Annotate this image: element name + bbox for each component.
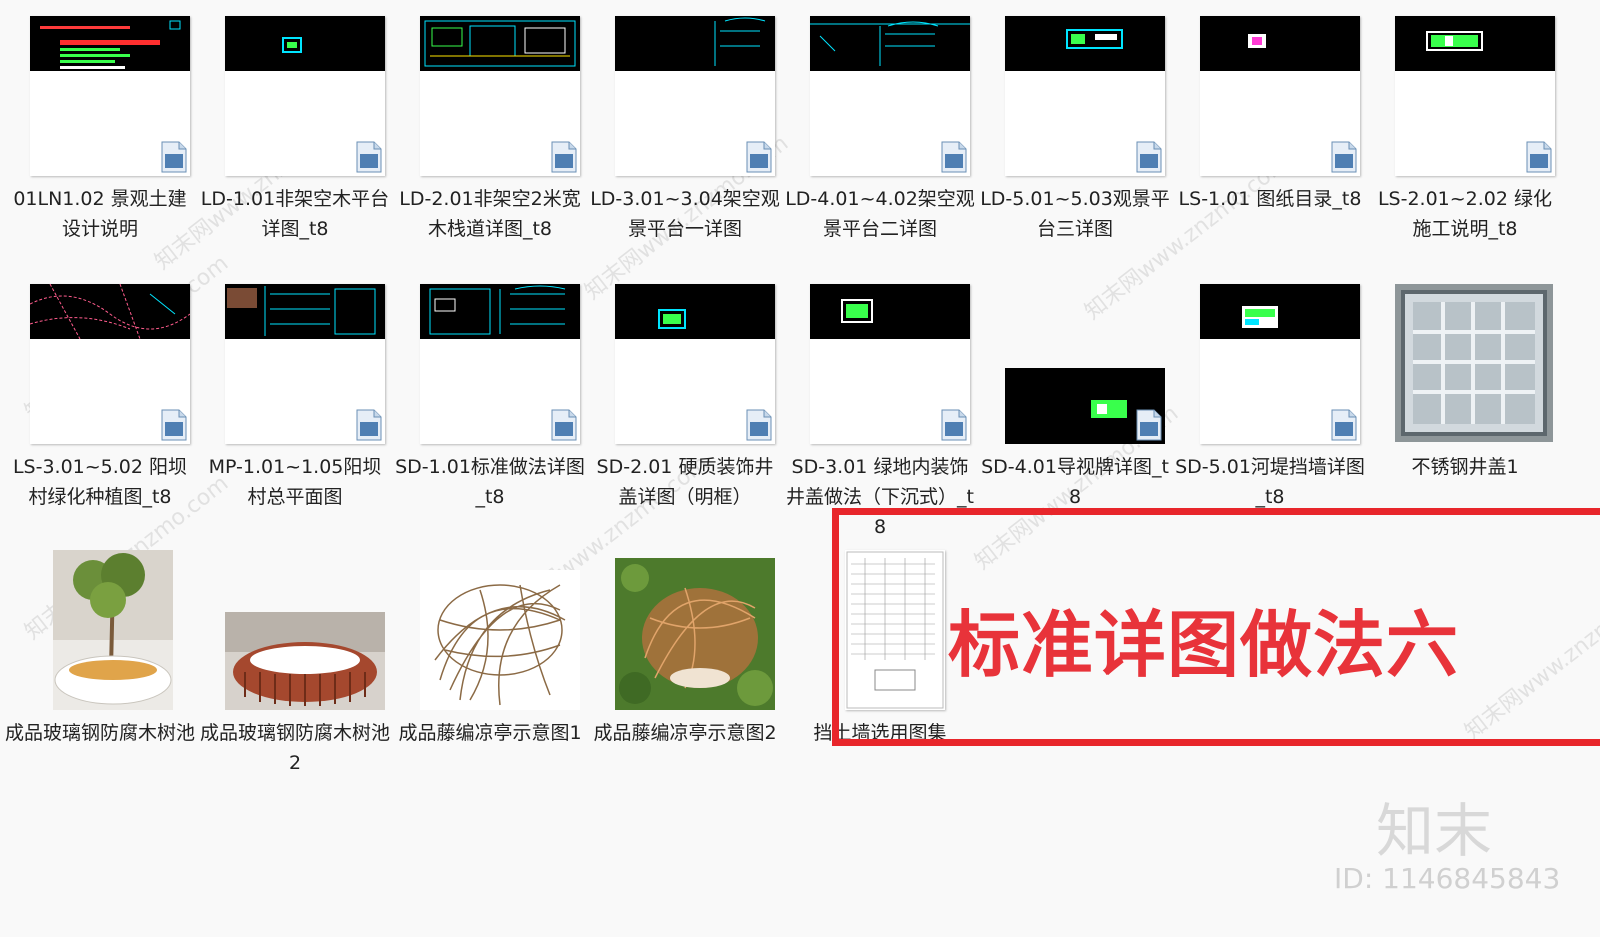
tree-planter-photo <box>225 612 385 710</box>
dwg-file-icon <box>746 409 772 441</box>
cad-preview <box>1200 284 1360 339</box>
file-label: LS-2.01~2.02 绿化施工说明_t8 <box>1377 188 1553 240</box>
file-label: MP-1.01~1.05阳坝村总平面图 <box>208 456 382 508</box>
file-thumbnail <box>30 16 190 176</box>
dwg-file-icon <box>161 141 187 173</box>
file-label: LD-1.01非架空木平台详图_t8 <box>200 188 390 240</box>
file-thumbnail <box>225 284 385 444</box>
manhole-cover-photo <box>1395 284 1553 442</box>
file-label: SD-2.01 硬质装饰井盖详图（明框） <box>596 456 774 508</box>
cad-preview <box>615 16 775 71</box>
file-label: SD-1.01标准做法详图_t8 <box>395 456 585 508</box>
dwg-file-icon <box>746 141 772 173</box>
file-label: 01LN1.02 景观土建设计说明 <box>13 188 187 240</box>
cad-preview <box>810 284 970 339</box>
file-label: 成品藤编凉亭示意图2 <box>593 722 777 744</box>
cad-preview <box>615 284 775 339</box>
asset-id: ID: 1146845843 <box>1334 862 1561 895</box>
file-label: 成品玻璃钢防腐木树池2 <box>200 722 391 774</box>
dwg-file-icon <box>551 409 577 441</box>
file-thumbnail <box>30 284 190 444</box>
file-label: LD-3.01~3.04架空观景平台一详图 <box>590 188 780 240</box>
file-label: 成品玻璃钢防腐木树池 <box>5 722 196 744</box>
rattan-pavilion-photo <box>420 570 580 710</box>
dwg-file-icon <box>941 409 967 441</box>
cad-preview <box>420 16 580 71</box>
cad-preview <box>30 16 190 71</box>
file-thumbnail <box>1200 284 1360 444</box>
file-label: SD-5.01河堤挡墙详图_t8 <box>1175 456 1365 508</box>
dwg-file-icon <box>1526 141 1552 173</box>
file-thumbnail <box>225 16 385 176</box>
dwg-file-icon <box>356 141 382 173</box>
cad-preview <box>30 284 190 339</box>
file-thumbnail <box>810 16 970 176</box>
rattan-pavilion-photo <box>615 558 775 710</box>
file-thumbnail <box>615 284 775 444</box>
dwg-file-icon <box>1331 141 1357 173</box>
file-label: SD-4.01导视牌详图_t8 <box>981 456 1169 508</box>
banner-title: 标准详图做法六 <box>948 603 1460 687</box>
file-label: LD-2.01非架空2米宽木栈道详图_t8 <box>399 188 581 240</box>
file-thumbnail <box>420 284 580 444</box>
file-thumbnail <box>420 16 580 176</box>
dwg-file-icon <box>161 409 187 441</box>
file-thumbnail <box>1200 16 1360 176</box>
file-label: LS-3.01~5.02 阳坝村绿化种植图_t8 <box>12 456 188 508</box>
file-thumbnail <box>1005 16 1165 176</box>
tree-planter-photo <box>53 550 173 710</box>
file-label: 成品藤编凉亭示意图1 <box>398 722 582 744</box>
cad-preview <box>420 284 580 339</box>
brand-logo: 知末 <box>1376 797 1493 865</box>
dwg-file-icon <box>941 141 967 173</box>
cad-preview <box>1005 16 1165 71</box>
dwg-file-icon <box>356 409 382 441</box>
dwg-file-icon <box>1331 409 1357 441</box>
file-label: LD-5.01~5.03观景平台三详图 <box>980 188 1170 240</box>
dwg-file-icon <box>1136 141 1162 173</box>
cad-preview <box>810 16 970 71</box>
cad-preview <box>1395 16 1555 71</box>
file-thumbnail <box>810 284 970 444</box>
cad-preview <box>225 284 385 339</box>
dwg-file-icon <box>1136 409 1162 441</box>
cad-preview <box>1200 16 1360 71</box>
cad-preview <box>225 16 385 71</box>
file-label: LS-1.01 图纸目录_t8 <box>1178 188 1362 210</box>
file-label: 不锈钢井盖1 <box>1411 456 1519 478</box>
file-thumbnail <box>615 16 775 176</box>
dwg-file-icon <box>551 141 577 173</box>
file-label: LD-4.01~4.02架空观景平台二详图 <box>785 188 975 240</box>
file-thumbnail <box>1395 16 1555 176</box>
file-thumbnail <box>1005 284 1165 444</box>
